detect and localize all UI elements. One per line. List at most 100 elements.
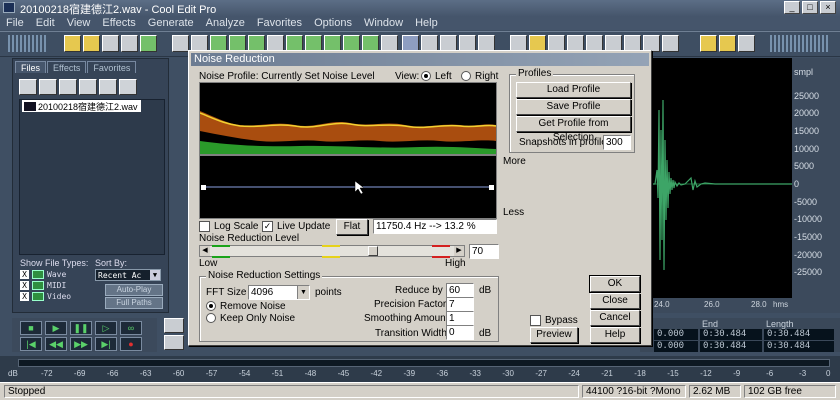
remove-noise-radio[interactable] [206,301,216,311]
play-to-end-button[interactable]: ▷ [95,321,117,335]
flat-button[interactable]: Flat [336,219,368,235]
menu-favorites[interactable]: Favorites [251,16,308,30]
amp-tick: -10000 [794,214,823,224]
chevron-down-icon[interactable]: ▼ [297,286,309,299]
help-button[interactable]: Help [590,327,640,343]
preview-button[interactable]: Preview [530,327,578,343]
type-video[interactable]: X Video [20,292,71,301]
sort-by-select[interactable]: Recent Ac ▼ [95,269,161,281]
bypass-checkbox[interactable] [530,315,541,326]
auto-play-button[interactable]: Auto-Play [105,284,163,296]
time-tick: 24.0 [654,300,670,309]
transition-width-label: Transition Width [375,328,447,339]
menu-help[interactable]: Help [409,16,444,30]
live-update-checkbox[interactable]: ✓ [262,221,273,232]
help-icon[interactable] [119,79,137,95]
view-begin-time[interactable]: 0.000 [654,341,698,352]
snapshots-input[interactable]: 300 [603,135,631,150]
zoom-in-icon[interactable] [164,318,184,333]
view-length-time[interactable]: 0:30.484 [764,341,834,352]
fast-forward-button[interactable]: ▶▶ [70,337,92,351]
chevron-right-icon[interactable]: ▶ [454,246,464,256]
close-button[interactable]: Close [590,293,640,309]
menu-view[interactable]: View [61,16,97,30]
reduce-by-input[interactable]: 60 [446,283,474,298]
level-tick: -18 [634,369,646,378]
ok-button[interactable]: OK [589,275,641,293]
transition-width-input[interactable]: 0 [446,325,474,340]
batch-icon[interactable] [719,35,736,52]
insert-file-icon[interactable] [99,79,117,95]
type-midi[interactable]: X MIDI [20,281,66,290]
tab-effects[interactable]: Effects [47,61,87,73]
type-video-checkbox[interactable]: X [20,292,29,301]
view-right-radio[interactable] [461,71,471,81]
type-midi-checkbox[interactable]: X [20,281,29,290]
amplitude-axis: smpl 25000 20000 15000 10000 5000 0 -500… [792,58,840,298]
length-time[interactable]: 0:30.484 [764,329,834,340]
view-left-radio[interactable] [421,71,431,81]
edit-file-icon[interactable] [79,79,97,95]
smoothing-amount-input[interactable]: 1 [446,311,474,326]
end-time[interactable]: 0:30.484 [700,329,762,340]
pause-button[interactable]: ❚❚ [70,321,92,335]
begin-time[interactable]: 0.000 [654,329,698,340]
menu-edit[interactable]: Edit [30,16,61,30]
slider-thumb[interactable] [368,246,378,256]
keep-only-noise-radio[interactable] [206,313,216,323]
open-file-icon[interactable] [19,79,37,95]
log-scale-checkbox[interactable] [199,221,210,232]
nr-level-input[interactable]: 70 [469,244,499,259]
analysis-icon[interactable] [662,35,679,52]
maximize-button[interactable]: □ [802,1,818,14]
script-icon[interactable] [700,35,717,52]
new-file-icon[interactable] [64,35,81,52]
menu-file[interactable]: File [0,16,30,30]
tab-favorites[interactable]: Favorites [87,61,137,73]
level-tick: -6 [766,369,774,378]
nr-level-label: Noise Reduction Level [199,233,300,244]
cancel-button[interactable]: Cancel [590,310,640,326]
chevron-left-icon[interactable]: ◀ [200,246,210,256]
chevron-down-icon[interactable]: ▼ [150,270,160,280]
full-paths-button[interactable]: Full Paths [105,297,163,309]
tab-files[interactable]: Files [15,61,47,73]
close-window-button[interactable]: × [820,1,836,14]
multitrack-icon[interactable] [140,35,157,52]
noise-reduction-level-slider[interactable]: ◀ ▶ [199,245,465,258]
precision-factor-input[interactable]: 7 [446,297,474,312]
level-tick: -42 [370,369,383,378]
type-wave[interactable]: X Wave [20,270,66,279]
minimize-button[interactable]: _ [784,1,800,14]
list-item[interactable]: 20100218宿建德江2.wav [22,100,141,112]
stop-button[interactable]: ■ [20,321,42,335]
play-button[interactable]: ▶ [45,321,67,335]
zoom-selection-icon[interactable] [164,335,184,350]
menu-generate[interactable]: Generate [142,16,200,30]
fft-size-select[interactable]: 4096 ▼ [248,285,310,300]
close-file-icon[interactable] [121,35,138,52]
undo-icon[interactable] [172,35,189,52]
menu-effects[interactable]: Effects [96,16,141,30]
waveform-display[interactable]: smpl 25000 20000 15000 10000 5000 0 -500… [645,58,840,313]
save-profile-button[interactable]: Save Profile [516,99,631,115]
loop-button[interactable]: ∞ [120,321,142,335]
view-end-time[interactable]: 0:30.484 [700,341,762,352]
show-file-types-label: Show File Types: [20,258,89,268]
type-wave-checkbox[interactable]: X [20,270,29,279]
noise-reduction-curve[interactable] [199,155,497,219]
menu-window[interactable]: Window [358,16,409,30]
rewind-button[interactable]: ◀◀ [45,337,67,351]
go-to-start-button[interactable]: |◀ [20,337,42,351]
menu-analyze[interactable]: Analyze [200,16,251,30]
import-icon[interactable] [39,79,57,95]
save-file-icon[interactable] [102,35,119,52]
load-profile-button[interactable]: Load Profile [516,82,631,98]
menu-options[interactable]: Options [308,16,358,30]
record-button[interactable]: ● [120,337,142,351]
get-profile-button[interactable]: Get Profile from Selection [516,116,631,143]
open-file-icon[interactable] [83,35,100,52]
close-file-icon[interactable] [59,79,77,95]
help-icon[interactable] [738,35,755,52]
go-to-end-button[interactable]: ▶| [95,337,117,351]
